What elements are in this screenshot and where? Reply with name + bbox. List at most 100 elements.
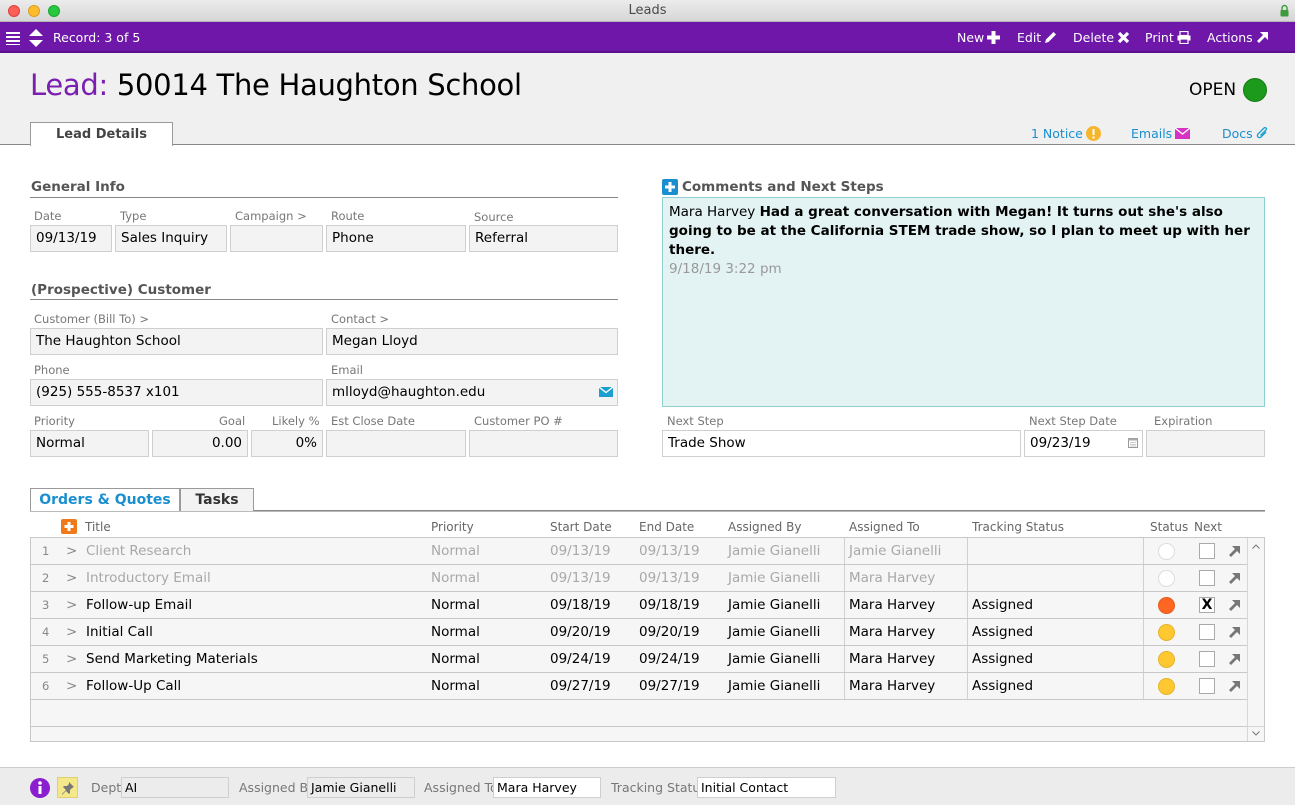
task-start: 09/27/19 — [550, 678, 611, 694]
footer-tracking-status-field[interactable]: Initial Contact — [697, 777, 836, 798]
open-task-icon[interactable] — [1228, 572, 1241, 585]
column-header-assigned-to[interactable]: Assigned To — [849, 520, 920, 534]
column-header-title[interactable]: Title — [85, 520, 111, 534]
expiration-field[interactable] — [1146, 430, 1265, 457]
close-window-button[interactable] — [8, 5, 20, 17]
column-header-priority[interactable]: Priority — [431, 520, 474, 534]
column-separator — [967, 565, 968, 591]
task-row[interactable]: 3 > Follow-up Email Normal 09/18/19 09/18/19 J… — [31, 592, 1247, 619]
type-field[interactable]: Sales Inquiry — [115, 225, 227, 252]
notice-link[interactable]: 1 Notice — [1031, 126, 1101, 141]
expand-row-icon[interactable]: > — [66, 592, 77, 618]
status-dot-icon[interactable] — [1158, 597, 1175, 614]
status-dot-icon[interactable] — [1158, 651, 1175, 668]
status-dot-icon[interactable] — [1158, 624, 1175, 641]
expand-row-icon[interactable]: > — [66, 619, 77, 645]
tab-orders-quotes[interactable]: Orders & Quotes — [30, 488, 180, 512]
open-task-icon[interactable] — [1228, 545, 1241, 558]
print-button[interactable]: Print — [1145, 22, 1191, 53]
next-step-date-field[interactable]: 09/23/19 — [1024, 430, 1143, 457]
info-icon[interactable] — [30, 778, 50, 798]
task-row[interactable]: 1 > Client Research Normal 09/13/19 09/13/19 J… — [31, 538, 1247, 565]
next-step-field[interactable]: Trade Show — [662, 430, 1021, 457]
delete-button[interactable]: Delete — [1073, 22, 1130, 53]
scroll-down-icon[interactable] — [1252, 731, 1260, 736]
add-task-icon[interactable] — [61, 519, 77, 534]
next-checkbox[interactable]: X — [1199, 597, 1215, 613]
contact-field[interactable]: Megan Lloyd — [326, 328, 618, 355]
open-task-icon[interactable] — [1228, 626, 1241, 639]
menu-button[interactable] — [6, 22, 20, 53]
column-header-next[interactable]: Next — [1194, 520, 1222, 534]
campaign-label[interactable]: Campaign > — [235, 209, 307, 223]
task-row[interactable]: 2 > Introductory Email Normal 09/13/19 09/13/… — [31, 565, 1247, 592]
status-dot-icon[interactable] — [1158, 543, 1175, 560]
actions-button[interactable]: Actions — [1207, 22, 1269, 53]
scroll-up-icon[interactable] — [1252, 544, 1260, 549]
expand-row-icon[interactable]: > — [66, 565, 77, 591]
expand-row-icon[interactable]: > — [66, 646, 77, 672]
column-header-status[interactable]: Status — [1150, 520, 1188, 534]
tab-lead-details[interactable]: Lead Details — [30, 122, 173, 146]
customer-bill-to-field[interactable]: The Haughton School — [30, 328, 323, 355]
goal-field[interactable]: 0.00 — [152, 430, 248, 457]
open-task-icon[interactable] — [1228, 599, 1241, 612]
contact-label[interactable]: Contact > — [331, 312, 389, 326]
task-row[interactable]: 6 > Follow-Up Call Normal 09/27/19 09/27/19 Ja… — [31, 673, 1247, 700]
next-checkbox[interactable] — [1199, 651, 1215, 667]
column-separator — [1143, 673, 1144, 699]
delete-label: Delete — [1073, 30, 1115, 45]
docs-link[interactable]: Docs — [1222, 126, 1269, 141]
footer-dept-field[interactable]: AI — [121, 777, 229, 798]
campaign-field[interactable] — [230, 225, 323, 252]
customer-po-field[interactable] — [469, 430, 618, 457]
task-assigned-to: Mara Harvey — [849, 651, 936, 667]
column-header-start-date[interactable]: Start Date — [550, 520, 612, 534]
source-field[interactable]: Referral — [469, 225, 618, 252]
record-navigator-button[interactable] — [29, 22, 43, 53]
route-field[interactable]: Phone — [326, 225, 466, 252]
task-tracking: Assigned — [972, 678, 1034, 694]
zoom-window-button[interactable] — [48, 5, 60, 17]
pin-button[interactable] — [57, 777, 78, 798]
likely-field[interactable]: 0% — [251, 430, 323, 457]
send-email-icon[interactable] — [599, 387, 613, 397]
column-header-assigned-by[interactable]: Assigned By — [728, 520, 801, 534]
task-row[interactable]: 5 > Send Marketing Materials Normal 09/24/19… — [31, 646, 1247, 673]
minimize-window-button[interactable] — [28, 5, 40, 17]
docs-label: Docs — [1222, 126, 1253, 141]
calendar-icon[interactable] — [1128, 438, 1138, 448]
phone-field[interactable]: (925) 555-8537 x101 — [30, 379, 323, 406]
empty-task-row[interactable] — [31, 700, 1247, 727]
email-field[interactable]: mlloyd@haughton.edu — [326, 379, 618, 406]
priority-field[interactable]: Normal — [30, 430, 149, 457]
open-task-icon[interactable] — [1228, 680, 1241, 693]
next-checkbox[interactable] — [1199, 543, 1215, 559]
task-assigned-by: Jamie Gianelli — [728, 597, 821, 613]
new-button[interactable]: New — [957, 22, 1001, 53]
expand-row-icon[interactable]: > — [66, 538, 77, 564]
column-header-tracking-status[interactable]: Tracking Status — [972, 520, 1064, 534]
tab-tasks[interactable]: Tasks — [180, 488, 254, 512]
next-checkbox[interactable] — [1199, 678, 1215, 694]
comments-box[interactable]: Mara Harvey Had a great conversation wit… — [662, 197, 1265, 407]
column-header-end-date[interactable]: End Date — [639, 520, 694, 534]
customer-bill-to-label[interactable]: Customer (Bill To) > — [34, 312, 149, 326]
emails-link[interactable]: Emails — [1131, 126, 1191, 141]
tasks-scrollbar[interactable] — [1247, 538, 1264, 741]
add-comment-icon[interactable] — [662, 179, 678, 195]
est-close-date-field[interactable] — [326, 430, 466, 457]
task-assigned-to: Mara Harvey — [849, 678, 936, 694]
date-field[interactable]: 09/13/19 — [30, 225, 112, 252]
footer-assigned-to-field[interactable]: Mara Harvey — [493, 777, 601, 798]
next-checkbox[interactable] — [1199, 624, 1215, 640]
open-task-icon[interactable] — [1228, 653, 1241, 666]
next-checkbox[interactable] — [1199, 570, 1215, 586]
status-dot-icon[interactable] — [1158, 678, 1175, 695]
status-dot-icon[interactable] — [1158, 570, 1175, 587]
edit-button[interactable]: Edit — [1017, 22, 1057, 53]
expand-row-icon[interactable]: > — [66, 673, 77, 699]
footer-assigned-by-field[interactable]: Jamie Gianelli — [307, 777, 415, 798]
customer-po-label: Customer PO # — [474, 414, 563, 428]
task-row[interactable]: 4 > Initial Call Normal 09/20/19 09/20/19 Jami… — [31, 619, 1247, 646]
